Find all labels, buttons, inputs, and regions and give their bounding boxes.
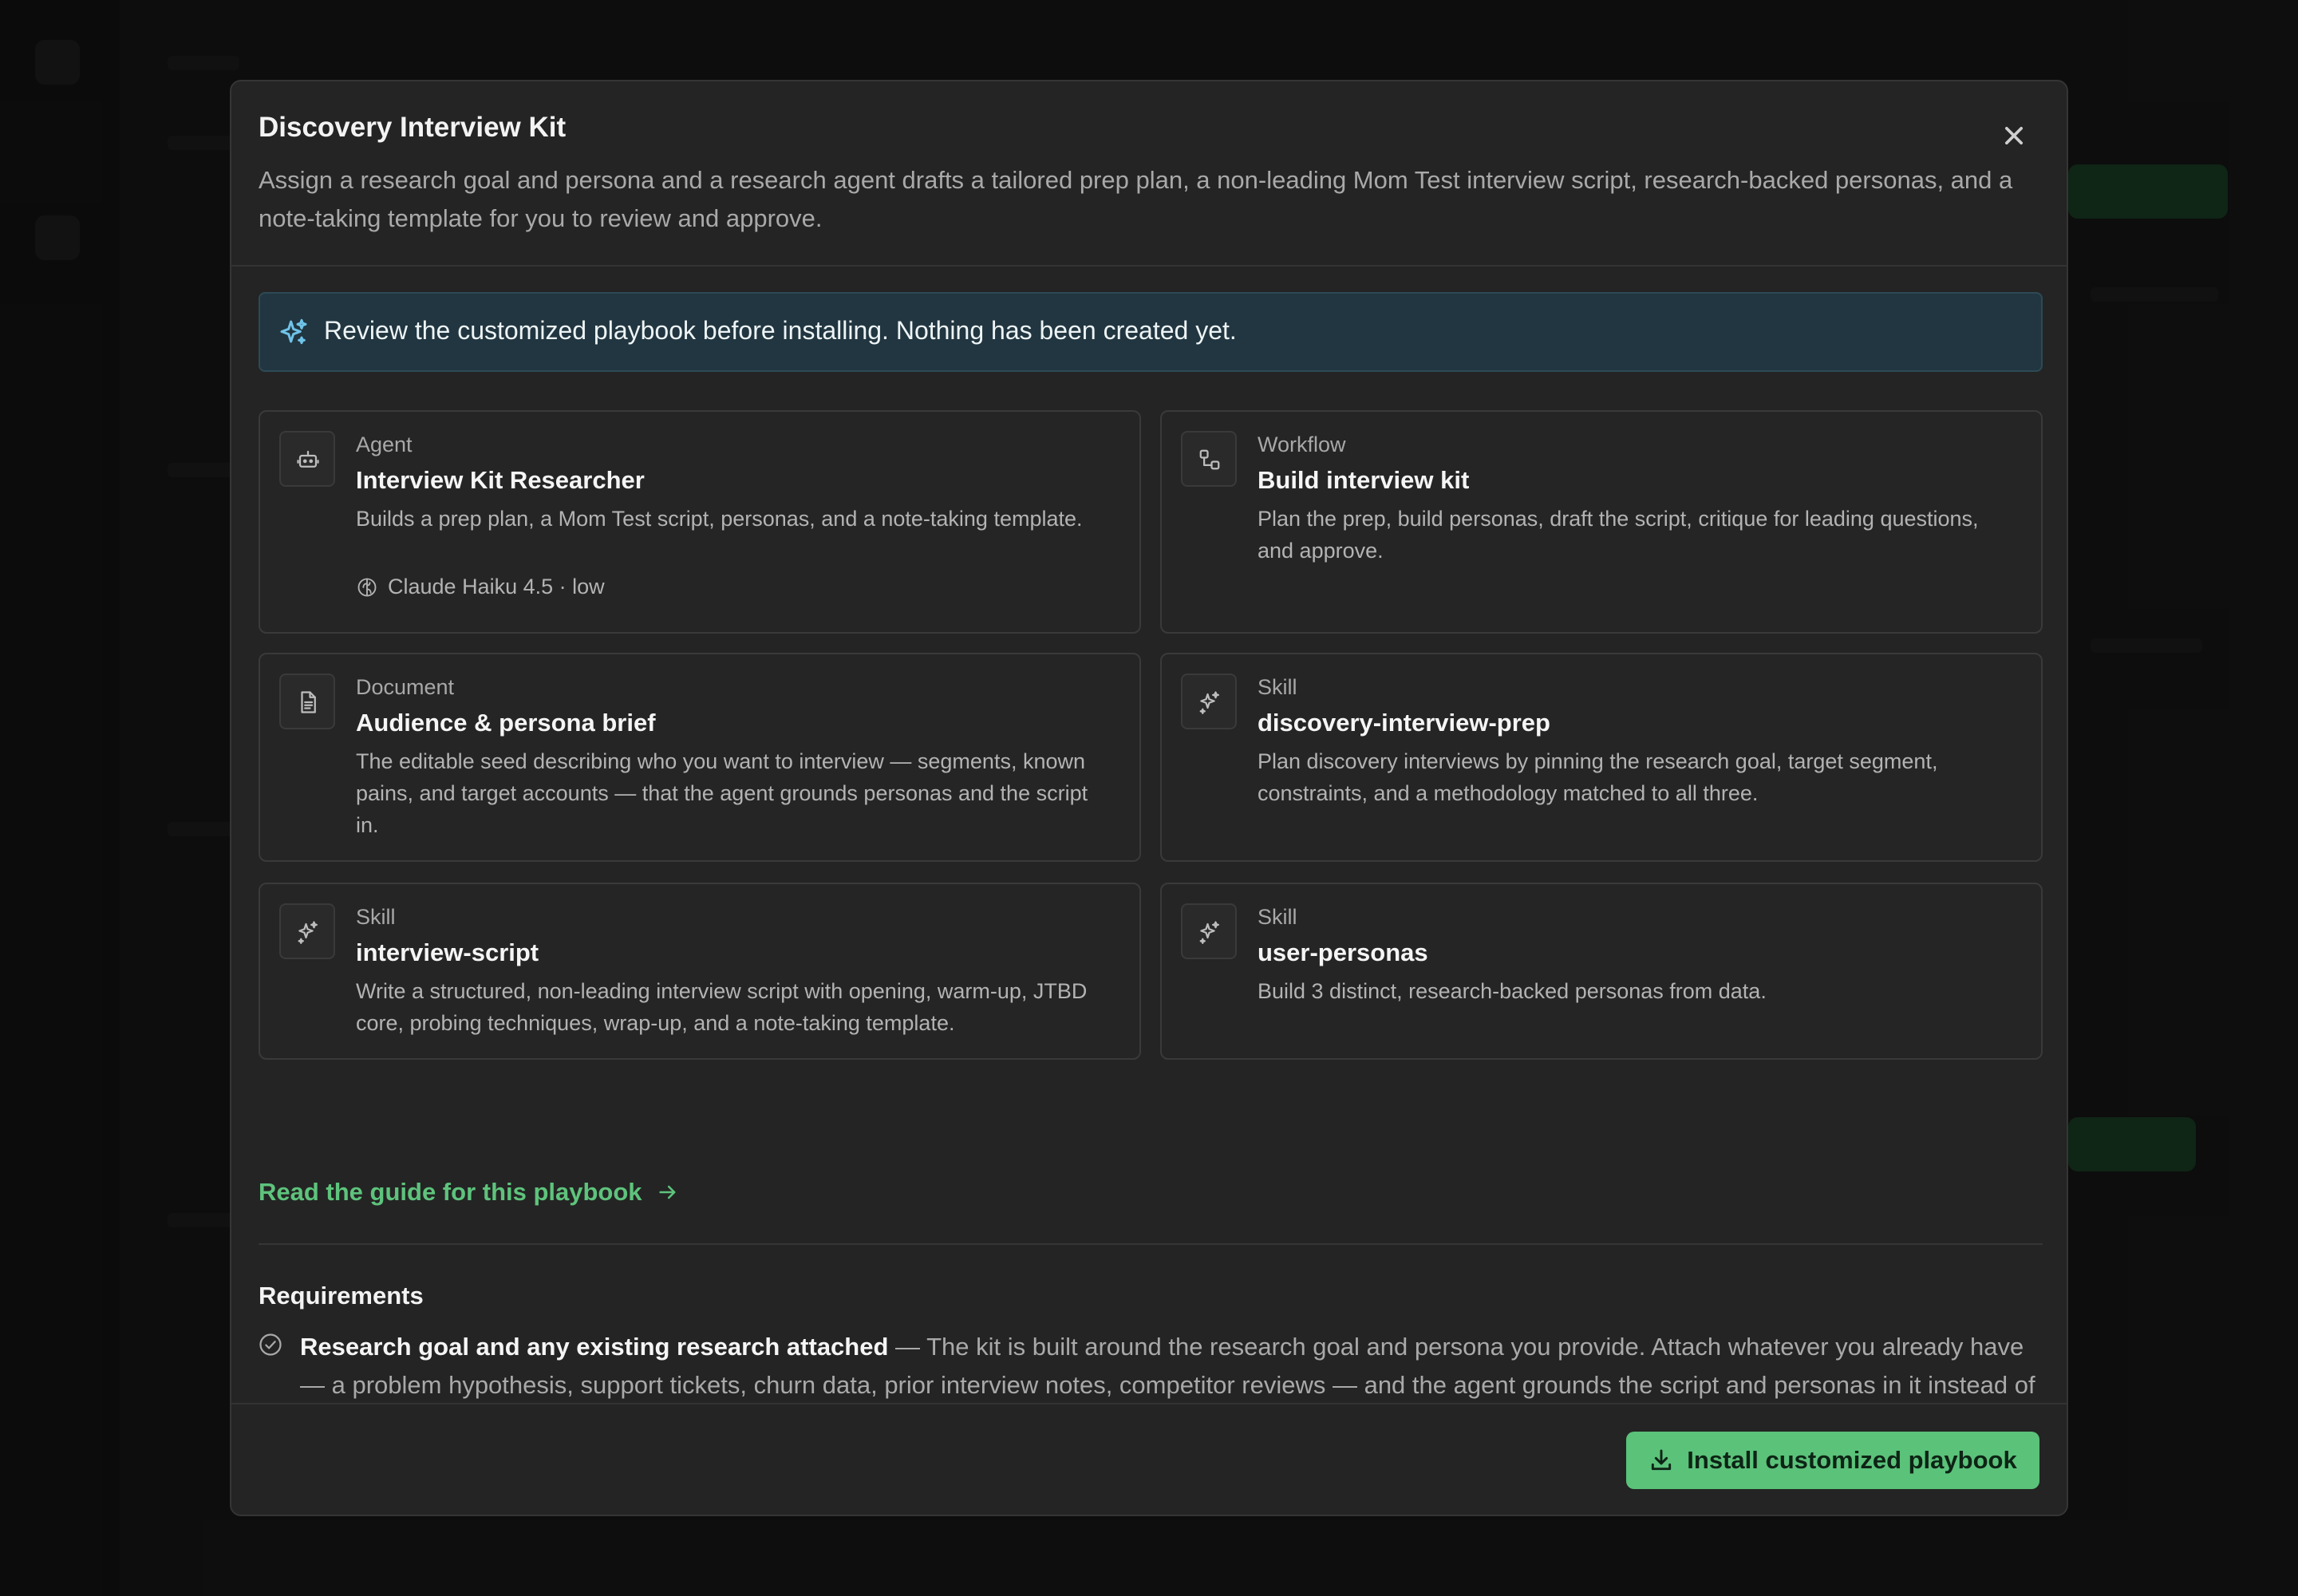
card-icon-box (279, 431, 335, 487)
card-model-meta: Claude Haiku 4.5 · low (356, 575, 605, 599)
dialog-header: Discovery Interview Kit Assign a researc… (231, 81, 2067, 267)
card-agent[interactable]: Agent Interview Kit Researcher Builds a … (259, 410, 1141, 634)
requirement-name: Research goal and any existing research … (300, 1333, 889, 1361)
card-description: Write a structured, non-leading intervie… (356, 979, 1088, 1035)
playbook-dialog: Discovery Interview Kit Assign a researc… (230, 80, 2068, 1516)
arrow-right-icon (658, 1185, 675, 1199)
card-skill-user-personas[interactable]: Skill user-personas Build 3 distinct, re… (1160, 883, 2043, 1060)
download-icon (1652, 1449, 1672, 1471)
brain-icon (357, 578, 377, 596)
card-document[interactable]: Document Audience & persona brief The ed… (259, 653, 1141, 862)
card-description: Builds a prep plan, a Mom Test script, p… (356, 507, 1083, 531)
card-skill-interview-script[interactable]: Skill interview-script Write a structure… (259, 883, 1141, 1060)
dialog-footer: Install customized playbook (231, 1403, 2067, 1515)
card-description: Plan discovery interviews by pinning the… (1258, 749, 1938, 805)
card-name: discovery-interview-prep (1258, 709, 1550, 737)
sparkle-icon (298, 921, 318, 944)
card-name: Interview Kit Researcher (356, 466, 645, 494)
document-icon (301, 691, 316, 713)
sparkle-icon (1199, 691, 1219, 714)
section-divider (259, 1243, 2043, 1245)
robot-icon (297, 450, 319, 468)
install-button-label: Install customized playbook (1687, 1446, 2017, 1474)
card-description: The editable seed describing who you wan… (356, 749, 1088, 837)
guide-link-label: Read the guide for this playbook (259, 1178, 642, 1206)
review-notice: Review the customized playbook before in… (259, 292, 2043, 372)
card-icon-box (1181, 903, 1237, 959)
sparkle-icon (280, 318, 307, 345)
card-name: Audience & persona brief (356, 709, 656, 737)
dialog-title: Discovery Interview Kit (259, 112, 567, 143)
card-type: Skill (356, 905, 396, 929)
card-type: Workflow (1258, 433, 1346, 456)
workflow-icon (1199, 449, 1220, 470)
model-label: Claude Haiku 4.5 · low (388, 575, 605, 598)
card-icon-box (279, 903, 335, 959)
card-type: Skill (1258, 675, 1297, 699)
card-type: Agent (356, 433, 413, 456)
install-playbook-button[interactable]: Install customized playbook (1626, 1432, 2039, 1489)
card-icon-box (279, 674, 335, 729)
check-circle-icon (259, 1333, 282, 1356)
card-icon-box (1181, 674, 1237, 729)
close-icon (2005, 127, 2023, 144)
card-workflow[interactable]: Workflow Build interview kit Plan the pr… (1160, 410, 2043, 634)
card-icon-box (1181, 431, 1237, 487)
card-name: interview-script (356, 938, 539, 966)
card-type: Skill (1258, 905, 1297, 929)
card-name: Build interview kit (1258, 466, 1470, 494)
read-guide-link[interactable]: Read the guide for this playbook (259, 1178, 679, 1207)
card-name: user-personas (1258, 938, 1428, 966)
close-button[interactable] (1996, 118, 2031, 153)
card-type: Document (356, 675, 455, 699)
card-description: Build 3 distinct, research-backed person… (1258, 979, 1767, 1003)
notice-text: Review the customized playbook before in… (324, 316, 1237, 345)
requirements-title: Requirements (259, 1282, 424, 1310)
card-skill-discovery-interview-prep[interactable]: Skill discovery-interview-prep Plan disc… (1160, 653, 2043, 862)
card-description: Plan the prep, build personas, draft the… (1258, 507, 1979, 563)
sparkle-icon (1199, 921, 1219, 944)
dialog-description: Assign a research goal and persona and a… (259, 166, 2013, 232)
